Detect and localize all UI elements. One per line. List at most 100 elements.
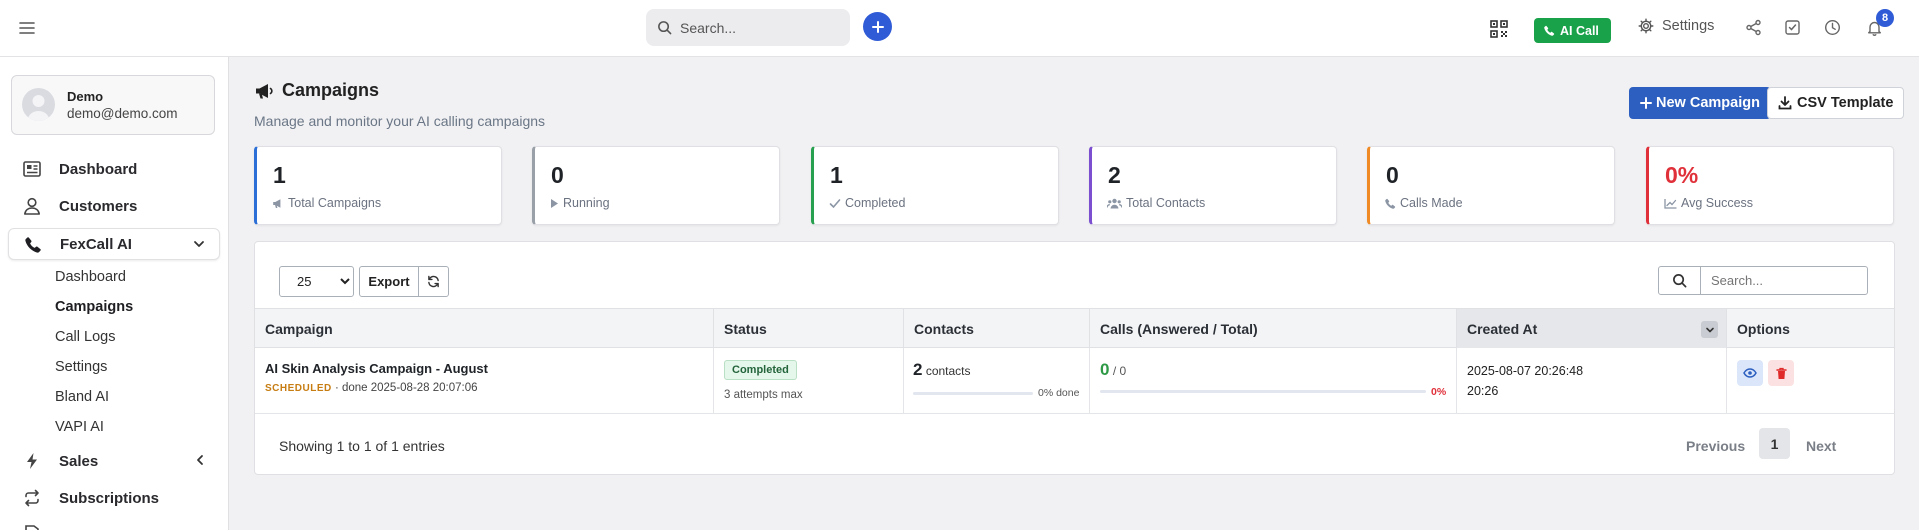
sidebar-item-subscriptions[interactable]: Subscriptions xyxy=(8,482,220,514)
stat-value: 0% xyxy=(1665,162,1699,188)
export-button[interactable]: Export xyxy=(359,266,419,297)
column-header-options: Options xyxy=(1737,320,1790,337)
menu-icon[interactable] xyxy=(18,19,36,37)
person-icon xyxy=(22,197,42,215)
stat-label: Avg Success xyxy=(1664,196,1753,210)
user-name: Demo xyxy=(67,89,104,104)
page-size-select[interactable]: 102550100 xyxy=(279,266,354,297)
search-icon xyxy=(657,20,672,35)
attempts-text: 3 attempts max xyxy=(724,389,803,401)
sidebar-item-label: Customers xyxy=(59,197,138,215)
view-button[interactable] xyxy=(1737,360,1763,386)
stat-label-text: Running xyxy=(563,196,610,210)
column-header-contacts[interactable]: Contacts xyxy=(904,309,1090,348)
subnav-settings[interactable]: Settings xyxy=(55,359,107,375)
subnav-dashboard[interactable]: Dashboard xyxy=(55,269,126,285)
delete-button[interactable] xyxy=(1768,360,1794,386)
table-search-input[interactable] xyxy=(1700,266,1868,295)
calls-percent: 0% xyxy=(1431,386,1447,398)
subnav-campaigns[interactable]: Campaigns xyxy=(55,299,133,315)
users-icon xyxy=(1107,198,1122,208)
stat-label-text: Calls Made xyxy=(1400,196,1463,210)
share-icon[interactable] xyxy=(1745,19,1762,36)
subnav-call-logs[interactable]: Call Logs xyxy=(55,329,115,345)
play-icon xyxy=(551,198,558,208)
csv-template-button[interactable]: CSV Template xyxy=(1767,87,1905,119)
page-title: Campaigns xyxy=(254,80,379,101)
sort-desc-icon[interactable] xyxy=(1701,321,1718,338)
stat-label-text: Total Contacts xyxy=(1126,196,1206,210)
stat-label: Calls Made xyxy=(1385,196,1463,210)
stat-value: 1 xyxy=(830,162,843,188)
quick-add-button[interactable] xyxy=(863,12,892,41)
column-header-campaign[interactable]: Campaign xyxy=(255,309,714,348)
column-header-status[interactable]: Status xyxy=(714,309,904,348)
new-campaign-button[interactable]: New Campaign xyxy=(1629,87,1771,119)
phone-icon xyxy=(23,236,43,253)
column-header-calls[interactable]: Calls (Answered / Total) xyxy=(1090,309,1457,348)
cell-campaign: AI Skin Analysis Campaign - August SCHED… xyxy=(255,348,714,413)
dashboard-icon xyxy=(22,161,42,177)
chevron-down-icon xyxy=(193,238,205,250)
bolt-icon xyxy=(22,452,42,470)
page-subtitle: Manage and monitor your AI calling campa… xyxy=(254,113,546,129)
check-icon xyxy=(829,198,841,208)
megaphone-icon xyxy=(273,198,281,208)
campaigns-table-panel: 102550100 Export Campaign Status Contact… xyxy=(254,241,1895,475)
sidebar-item-label: Subscriptions xyxy=(59,489,160,507)
sidebar-item-label: Sales xyxy=(59,452,99,470)
global-search xyxy=(646,9,850,46)
stat-label-text: Total Campaigns xyxy=(288,196,382,210)
stat-label-text: Completed xyxy=(845,196,906,210)
chevron-left-icon xyxy=(194,454,206,466)
stat-label: Total Campaigns xyxy=(272,196,381,210)
clock-icon[interactable] xyxy=(1824,19,1841,36)
campaign-meta: SCHEDULED · done 2025-08-28 20:07:06 xyxy=(265,382,478,394)
download-icon xyxy=(1778,96,1792,110)
task-check-icon[interactable] xyxy=(1784,19,1801,36)
stat-card-calls-made: 0 Calls Made xyxy=(1367,146,1615,225)
phone-icon xyxy=(1544,25,1555,36)
pagination-previous[interactable]: Previous xyxy=(1686,438,1745,454)
user-card[interactable]: Demo demo@demo.com xyxy=(11,75,215,135)
stat-label-text: Avg Success xyxy=(1681,196,1754,210)
sidebar-item-label: FexCall AI xyxy=(60,235,132,253)
created-time: 20:26 xyxy=(1467,384,1499,398)
pagination-next[interactable]: Next xyxy=(1806,438,1836,454)
stat-label: Running xyxy=(550,196,610,210)
sidebar-item-fexcall-ai[interactable]: FexCall AI xyxy=(8,228,220,260)
done-text: · done 2025-08-28 20:07:06 xyxy=(334,382,478,394)
stat-card-total-contacts: 2 Total Contacts xyxy=(1089,146,1337,225)
chart-line-icon xyxy=(1664,198,1677,209)
stat-card-avg-success: 0% Avg Success xyxy=(1646,146,1894,225)
created-datetime: 2025-08-07 20:26:48 xyxy=(1467,364,1584,378)
qr-code-icon[interactable] xyxy=(1489,19,1509,39)
stat-value: 2 xyxy=(1108,162,1121,188)
calls-answered: 0 xyxy=(1100,360,1110,379)
sidebar-item-sales[interactable]: Sales xyxy=(8,445,220,477)
plus-icon xyxy=(871,20,884,33)
sidebar-item-customers[interactable]: Customers xyxy=(8,190,220,222)
global-search-input[interactable] xyxy=(680,9,840,46)
cell-created-at: 2025-08-07 20:26:48 20:26 xyxy=(1457,348,1727,413)
megaphone-icon xyxy=(256,83,273,98)
ai-call-button[interactable]: AI Call xyxy=(1534,18,1611,43)
refresh-button[interactable] xyxy=(418,266,449,297)
user-email: demo@demo.com xyxy=(67,106,178,121)
new-campaign-label: New Campaign xyxy=(1656,95,1760,111)
subnav-bland-ai[interactable]: Bland AI xyxy=(55,389,109,405)
sidebar-item-dashboard[interactable]: Dashboard xyxy=(8,153,220,185)
settings-link[interactable]: Settings xyxy=(1638,18,1714,34)
repeat-icon xyxy=(22,489,42,507)
trash-icon xyxy=(1775,367,1787,379)
column-header-created-at[interactable]: Created At xyxy=(1457,309,1727,348)
column-header-label: Created At xyxy=(1467,320,1538,337)
subnav-vapi-ai[interactable]: VAPI AI xyxy=(55,419,104,435)
pagination-page-1[interactable]: 1 xyxy=(1759,428,1790,459)
table-search-button[interactable] xyxy=(1658,266,1701,295)
stat-card-total-campaigns: 1 Total Campaigns xyxy=(254,146,502,225)
table-header: Campaign Status Contacts Calls (Answered… xyxy=(255,308,1894,348)
campaign-name[interactable]: AI Skin Analysis Campaign - August xyxy=(265,361,488,376)
cell-status: Completed 3 attempts max xyxy=(714,348,904,413)
plus-icon xyxy=(1640,97,1652,109)
